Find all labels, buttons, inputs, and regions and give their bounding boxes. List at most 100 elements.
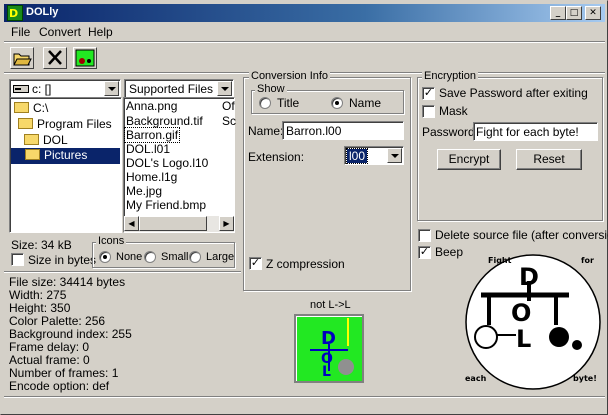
folder-open-icon [24, 134, 39, 145]
icons-large-label: Large [206, 251, 235, 263]
list-item[interactable]: Anna.png [126, 99, 177, 113]
open-folder-icon [13, 53, 32, 66]
extension-select[interactable]: l00 [344, 146, 404, 165]
tree-item-program-files[interactable]: Program Files [18, 117, 112, 131]
tree-item-label: C:\ [33, 101, 49, 115]
file-info-line: Width: 275 [9, 288, 67, 302]
name-input[interactable]: Barron.l00 [282, 121, 404, 140]
drive-select[interactable]: c: [] [9, 79, 121, 98]
open-button[interactable] [10, 47, 34, 69]
file-info-line: Frame delay: 0 [9, 340, 90, 354]
show-name-radio[interactable] [331, 97, 343, 109]
beep-checkbox[interactable]: ✓ [418, 246, 431, 259]
file-list-hscrollbar[interactable]: ◀ ▶ [124, 216, 234, 232]
folder-open-icon [14, 102, 29, 113]
mask-label: Mask [439, 104, 468, 118]
maximize-icon: □ [569, 8, 579, 18]
logo-word-for: for [581, 256, 594, 265]
icons-none-label: None [116, 251, 143, 263]
encryption-label: Encryption [422, 70, 478, 82]
logo-letter-l: L [516, 325, 531, 353]
drive-value: c: [] [32, 82, 52, 96]
maximize-button[interactable]: □ [566, 6, 582, 20]
conversion-info-label: Conversion Info [249, 70, 331, 82]
icons-group-label: Icons [96, 235, 127, 247]
list-item[interactable]: Background.tif [126, 114, 203, 128]
menu-convert[interactable]: Convert [39, 25, 81, 39]
drive-dropdown-arrow-icon[interactable] [104, 81, 119, 96]
show-title-radio[interactable] [259, 97, 271, 109]
filter-dropdown-arrow-icon[interactable] [217, 81, 232, 96]
menu-bar: File Convert Help [4, 23, 605, 41]
encrypt-button[interactable]: Encrypt [437, 149, 501, 170]
file-info-line: Height: 350 [9, 301, 71, 315]
title-bar[interactable]: D DOLly _ □ ✕ [4, 4, 605, 22]
icons-none-radio[interactable] [99, 251, 111, 263]
extension-dropdown-arrow-icon[interactable] [387, 148, 402, 163]
reset-button[interactable]: Reset [516, 149, 582, 170]
directory-tree[interactable]: C:\ Program Files DOL Pictures [9, 97, 122, 233]
convert-icon [75, 49, 95, 67]
scroll-right-icon[interactable]: ▶ [219, 216, 234, 231]
svg-text:D: D [9, 7, 18, 20]
folder-open-icon [18, 118, 33, 129]
icons-small-radio[interactable] [144, 251, 156, 263]
menu-file[interactable]: File [11, 25, 30, 39]
extension-value: l00 [345, 148, 369, 164]
tree-item-root[interactable]: C:\ [14, 101, 48, 115]
password-input[interactable]: Fight for each byte! [473, 122, 598, 141]
list-item[interactable]: Sc [222, 114, 236, 128]
save-password-label: Save Password after exiting [439, 86, 588, 100]
password-label: Password: [422, 125, 479, 139]
icons-small-label: Small [161, 251, 189, 263]
size-label: Size: 34 kB [11, 238, 72, 252]
scroll-thumb[interactable] [139, 216, 207, 231]
size-in-bytes-label: Size in bytes [28, 253, 97, 267]
delete-source-checkbox[interactable] [418, 229, 431, 242]
name-input-value: Barron.l00 [286, 124, 342, 138]
status-bar [4, 396, 605, 413]
convert-button[interactable] [73, 47, 97, 69]
list-item-selected[interactable]: Barron.gif [123, 127, 181, 143]
z-compression-label: Z compression [266, 257, 345, 271]
file-list[interactable]: Anna.png Background.tif Barron.gif DOL.l… [123, 97, 236, 233]
list-item[interactable]: Me.jpg [126, 184, 162, 198]
preview-dol-logo-icon: D O L [310, 318, 354, 380]
z-compression-checkbox[interactable]: ✓ [249, 257, 262, 270]
tree-item-pictures[interactable]: Pictures [11, 148, 120, 164]
close-button[interactable]: ✕ [585, 6, 601, 20]
delete-button[interactable] [43, 47, 67, 69]
tree-item-label: Program Files [37, 117, 112, 131]
extension-label: Extension: [248, 150, 305, 164]
password-input-value: Fight for each byte! [476, 125, 579, 139]
size-in-bytes-checkbox[interactable] [11, 253, 24, 266]
file-info-line: Encode option: def [9, 379, 110, 393]
list-item[interactable]: My Friend.bmp [126, 198, 206, 212]
filter-select[interactable]: Supported Files [124, 79, 234, 98]
mask-checkbox[interactable] [422, 105, 435, 118]
info-separator [4, 271, 241, 273]
close-icon: ✕ [589, 8, 597, 18]
list-item[interactable]: DOL.l01 [126, 142, 170, 156]
delete-x-icon [48, 50, 62, 65]
minimize-button[interactable]: _ [550, 6, 566, 20]
file-info-line: Actual frame: 0 [9, 353, 90, 367]
tree-item-dol[interactable]: DOL [24, 133, 68, 147]
scroll-left-icon[interactable]: ◀ [124, 216, 139, 231]
svg-text:L: L [322, 364, 331, 380]
file-info-line: Color Palette: 256 [9, 314, 106, 328]
file-info-line: Number of frames: 1 [9, 366, 119, 380]
minimize-icon: _ [555, 8, 561, 18]
list-item[interactable]: Home.l1g [126, 170, 177, 184]
window-title: DOLly [26, 6, 59, 18]
app-icon: D [7, 5, 23, 21]
main-window: D DOLly _ □ ✕ File Convert Help c: [] Su… [0, 0, 608, 415]
icons-large-radio[interactable] [189, 251, 201, 263]
logo-word-byte: byte! [573, 374, 597, 383]
save-password-checkbox[interactable]: ✓ [422, 87, 435, 100]
file-info-line: File size: 34414 bytes [9, 275, 126, 289]
delete-source-label: Delete source file (after conversion) [435, 228, 608, 242]
list-item[interactable]: DOL's Logo.l10 [126, 156, 208, 170]
menu-help[interactable]: Help [88, 25, 113, 39]
list-item[interactable]: Of [222, 99, 235, 113]
